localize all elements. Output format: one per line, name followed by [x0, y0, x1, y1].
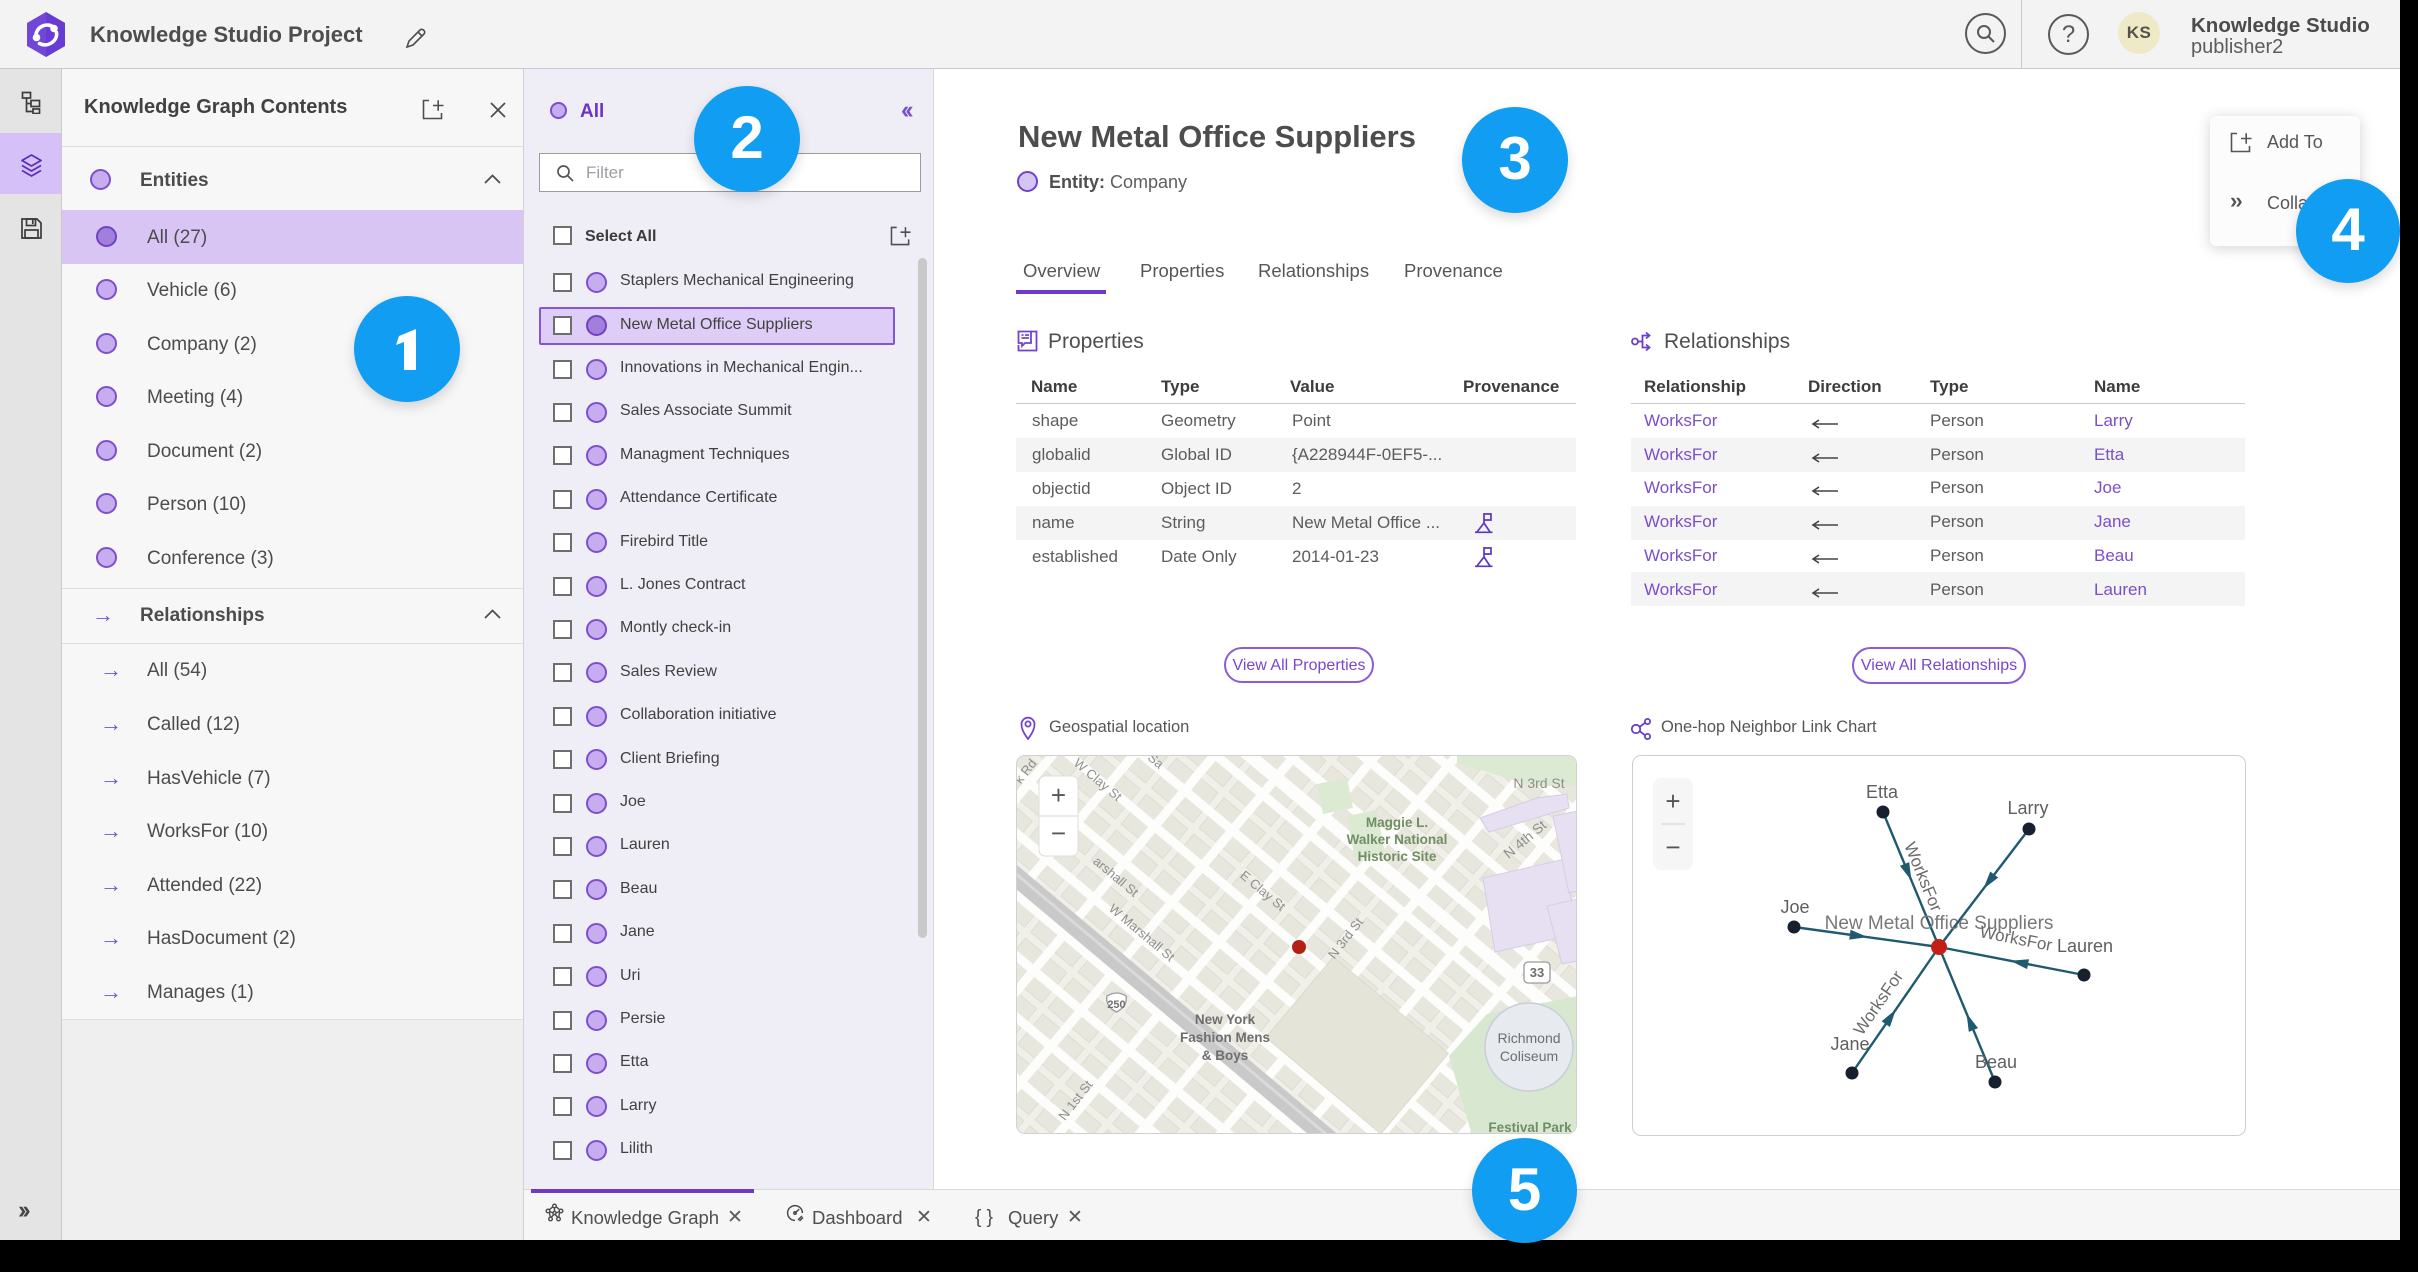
svg-text:Walker National: Walker National — [1347, 832, 1448, 847]
svg-text:WorksFor: WorksFor — [1900, 839, 1946, 914]
svg-text:Joe: Joe — [1780, 897, 1809, 917]
svg-text:Coliseum: Coliseum — [1500, 1048, 1558, 1064]
svg-text:−: − — [1665, 832, 1680, 862]
svg-text:Lauren: Lauren — [2057, 936, 2113, 956]
svg-text:Festival Park: Festival Park — [1488, 1120, 1572, 1134]
svg-text:Maggie L.: Maggie L. — [1366, 815, 1428, 830]
svg-text:New York: New York — [1195, 1012, 1256, 1027]
svg-text:Larry: Larry — [2007, 798, 2048, 818]
svg-text:Fashion Mens: Fashion Mens — [1180, 1030, 1270, 1045]
svg-text:Etta: Etta — [1866, 782, 1899, 802]
svg-text:+: + — [1665, 786, 1680, 816]
svg-text:33: 33 — [1530, 965, 1544, 980]
svg-text:+: + — [1051, 780, 1066, 810]
svg-text:Beau: Beau — [1975, 1052, 2017, 1072]
svg-text:N 3rd St: N 3rd St — [1513, 775, 1564, 791]
svg-text:Richmond: Richmond — [1497, 1030, 1560, 1046]
svg-text:& Boys: & Boys — [1202, 1048, 1249, 1063]
svg-text:−: − — [1051, 818, 1066, 848]
svg-text:WorksFor: WorksFor — [1850, 967, 1907, 1038]
svg-text:250: 250 — [1107, 999, 1125, 1011]
svg-text:Historic Site: Historic Site — [1358, 849, 1437, 864]
